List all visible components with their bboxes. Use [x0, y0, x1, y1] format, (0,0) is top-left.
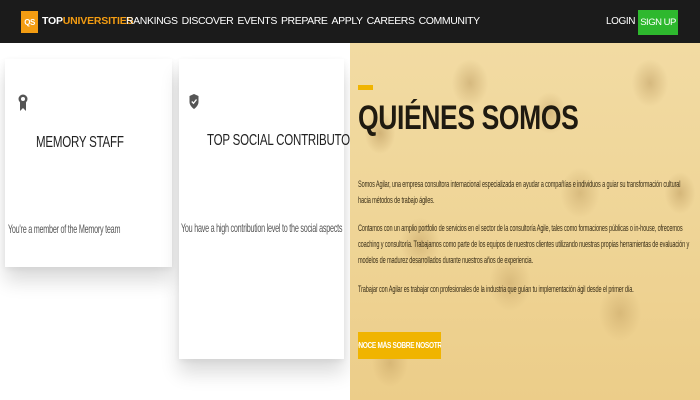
logo-text-universities: UNIVERSITIES	[62, 15, 134, 27]
card-description: You're a member of the Memory team	[8, 222, 121, 236]
top-navigation-bar: QS TOPUNIVERSITIES RANKINGS DISCOVER EVE…	[0, 0, 700, 43]
accent-bar	[358, 85, 373, 90]
about-us-hero: QUIÉNES SOMOS Somos Agilar, una empresa …	[350, 43, 700, 400]
badge-card-memory-staff[interactable]: MEMORY STAFF You're a member of the Memo…	[5, 59, 172, 267]
card-title: TOP SOCIAL CONTRIBUTOR	[207, 132, 359, 149]
nav-item-events[interactable]: EVENTS	[237, 15, 277, 27]
badge-icon	[18, 94, 28, 111]
card-description: You have a high contribution level to th…	[181, 221, 343, 235]
nav-item-prepare[interactable]: PREPARE	[281, 15, 328, 27]
card-title: MEMORY STAFF	[36, 134, 124, 151]
main-nav: RANKINGS DISCOVER EVENTS PREPARE APPLY C…	[126, 15, 480, 27]
learn-more-button-label: CONOCE MÁS SOBRE NOSOTROS	[358, 341, 441, 350]
nav-item-careers[interactable]: CAREERS	[367, 15, 415, 27]
hero-paragraph: Contamos con un amplio portfolio de serv…	[358, 223, 690, 265]
badge-card-top-social-contributor[interactable]: TOP SOCIAL CONTRIBUTOR You have a high c…	[179, 59, 358, 359]
logo-text-top: TOP	[42, 15, 63, 27]
hero-paragraph: Trabajar con Agilar es trabajar con prof…	[358, 284, 634, 294]
site-logo[interactable]: TOPUNIVERSITIES	[42, 15, 134, 27]
nav-item-community[interactable]: COMMUNITY	[419, 15, 481, 27]
qs-logo-icon[interactable]: QS	[21, 11, 38, 33]
nav-item-apply[interactable]: APPLY	[332, 15, 363, 27]
shield-check-icon	[189, 94, 199, 109]
login-link[interactable]: LOGIN	[606, 16, 636, 27]
signup-button[interactable]: SIGN UP	[638, 10, 678, 35]
nav-item-rankings[interactable]: RANKINGS	[126, 15, 178, 27]
nav-item-discover[interactable]: DISCOVER	[182, 15, 234, 27]
section-title: QUIÉNES SOMOS	[358, 99, 579, 137]
learn-more-button[interactable]: CONOCE MÁS SOBRE NOSOTROS	[358, 332, 441, 359]
hero-paragraph: Somos Agilar, una empresa consultora int…	[358, 179, 681, 205]
